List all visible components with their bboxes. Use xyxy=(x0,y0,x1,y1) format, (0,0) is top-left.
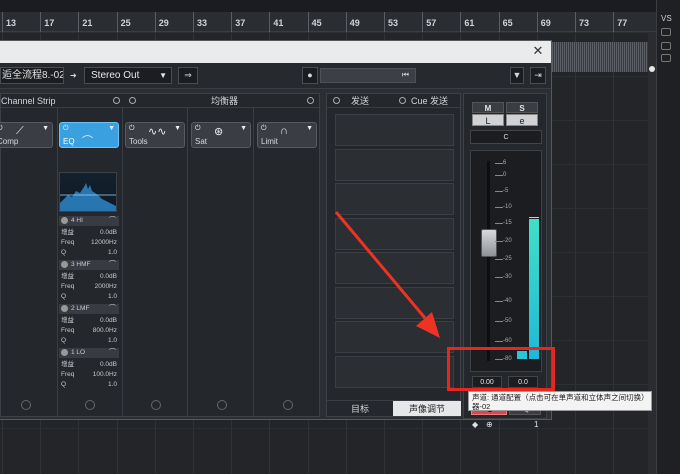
tooltip: 声道: 通道配置（点击可在单声道和立体声之间切换） 器-02 xyxy=(468,391,652,411)
daw-screen: 13 17 21 25 29 33 37 41 45 49 53 57 61 65 69 73 77 VS ✕ … xyxy=(0,0,680,474)
tooltip-line: 声道: 通道配置（点击可在单声道和立体声之间切换） xyxy=(472,393,649,402)
annotation-highlight-box xyxy=(447,347,555,391)
tooltip-line: 器-02 xyxy=(472,402,491,411)
